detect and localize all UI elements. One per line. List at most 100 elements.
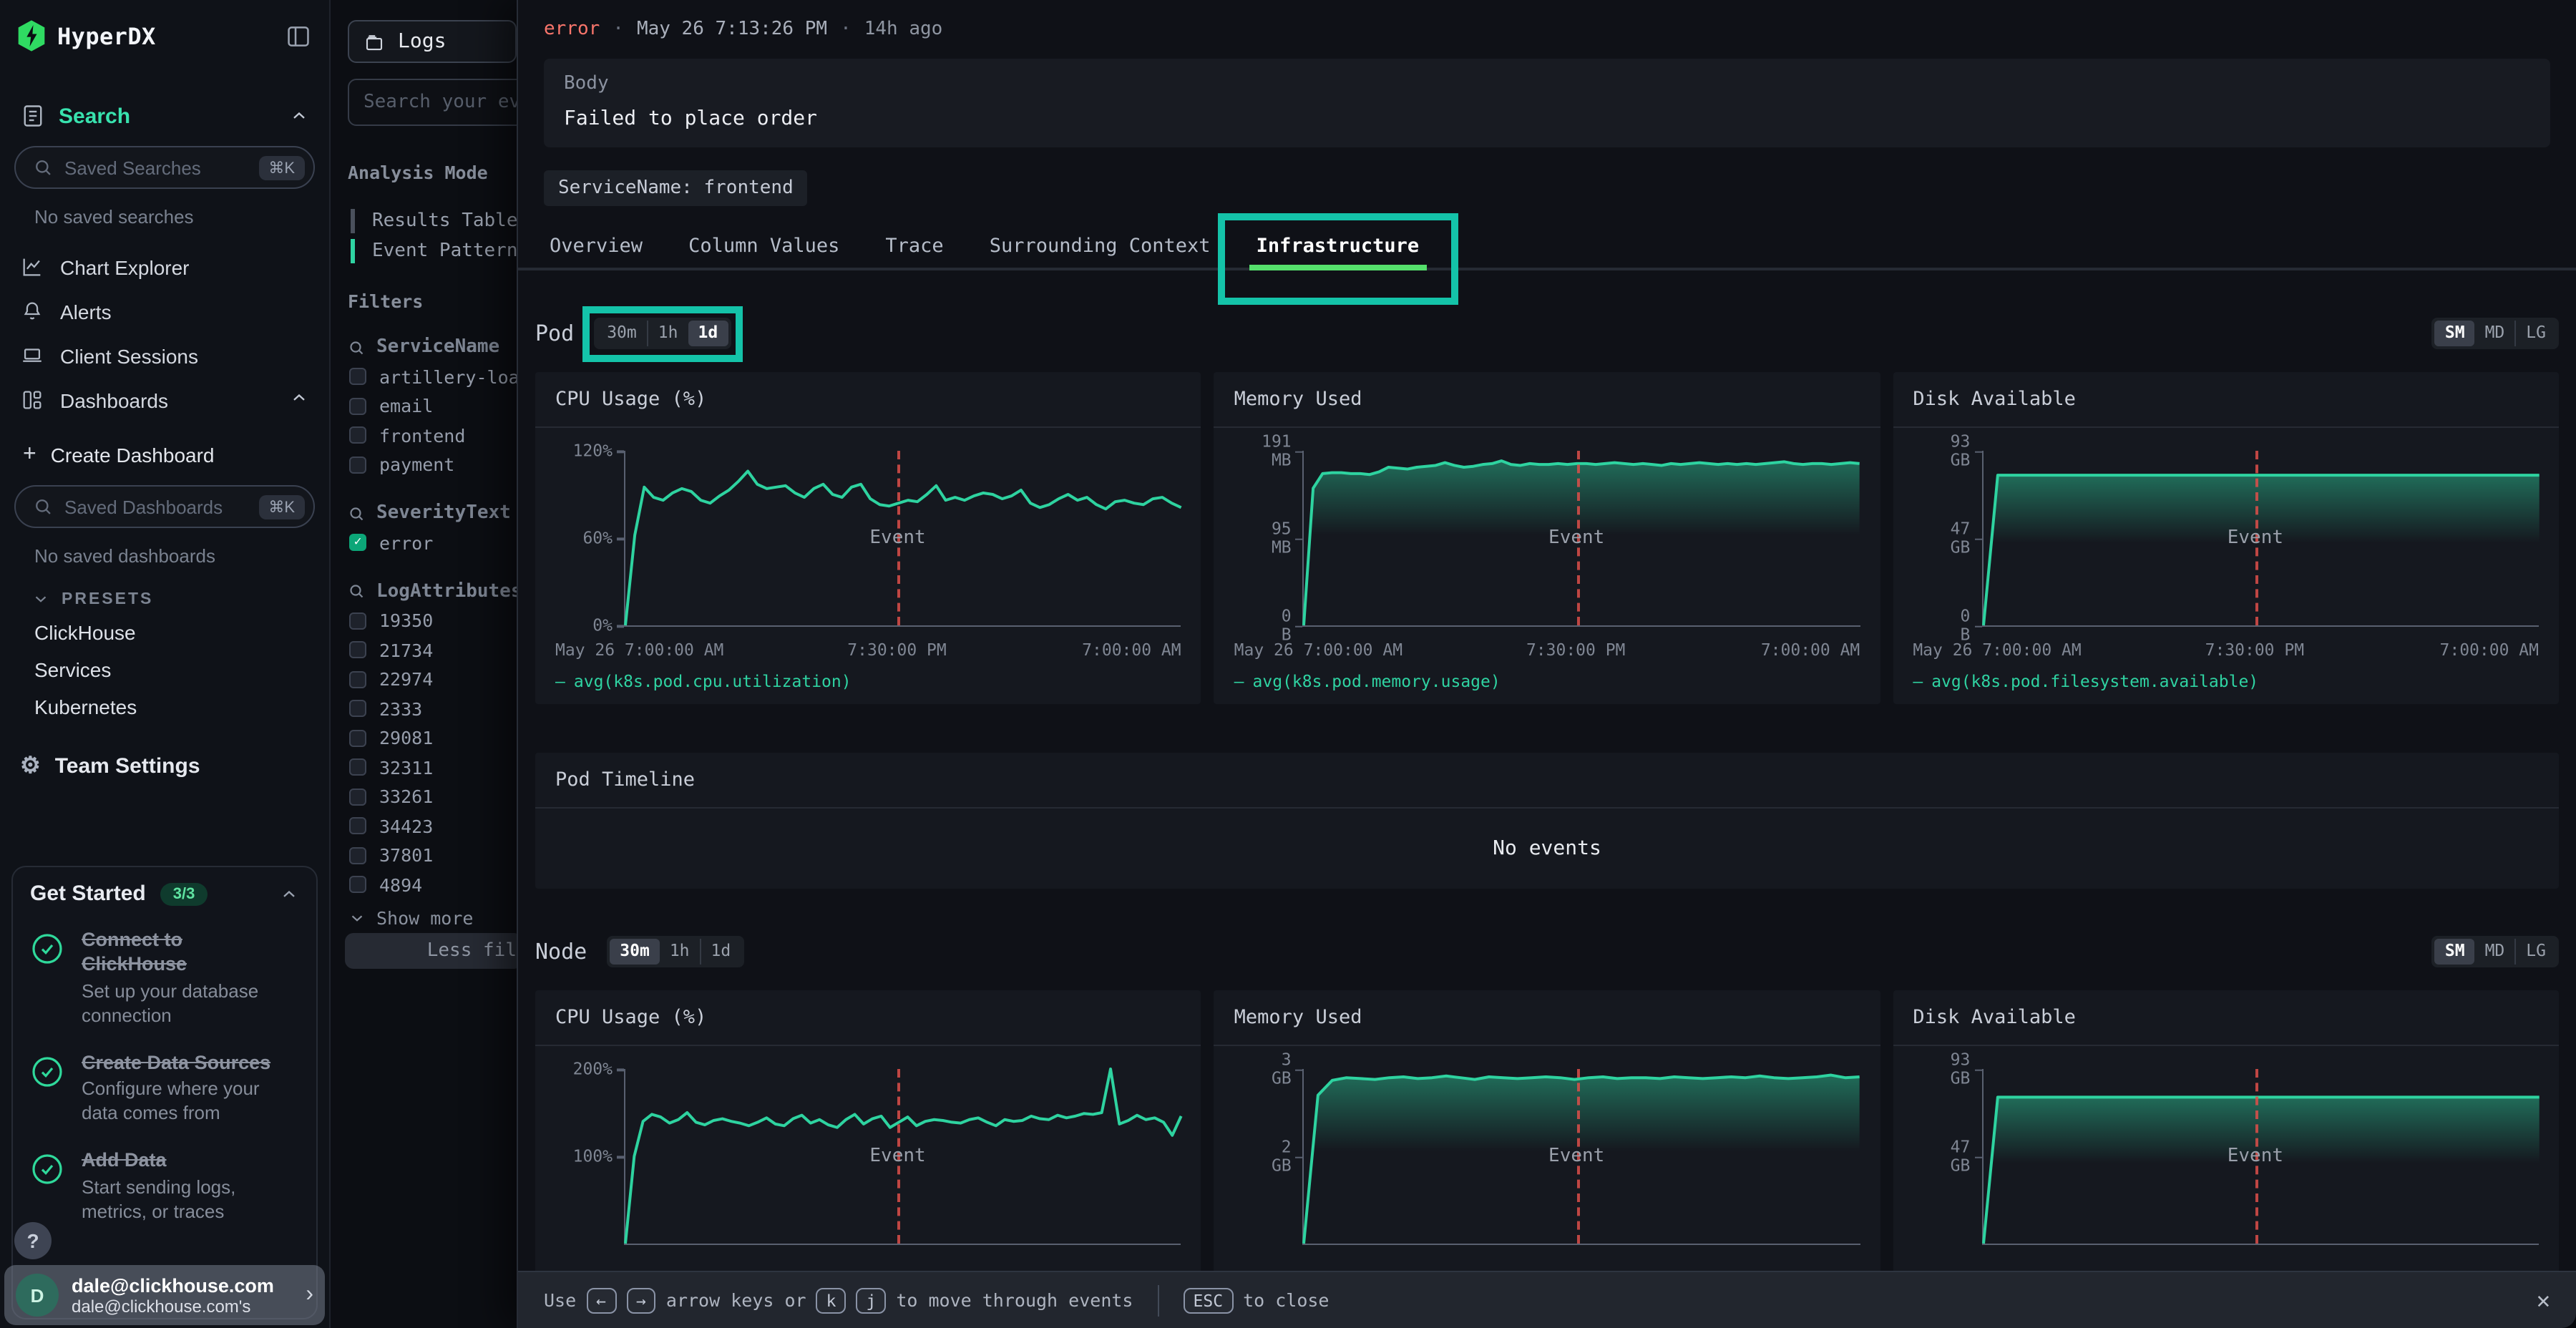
saved-searches-input[interactable]: Saved Searches ⌘K xyxy=(14,146,315,189)
preset-item-clickhouse[interactable]: ClickHouse xyxy=(0,614,329,651)
sidebar-item-team-settings[interactable]: ⚙ Team Settings xyxy=(0,726,329,806)
x-tick: May 26 7:00:00 AM xyxy=(1234,640,1402,660)
checkbox[interactable] xyxy=(349,700,366,718)
sidebar-item-label: Chart Explorer xyxy=(60,255,309,278)
analysis-mode-label: Analysis Mode xyxy=(348,162,488,183)
legend-label: avg(k8s.pod.filesystem.available) xyxy=(1931,671,2258,691)
pod-range-1d[interactable]: 1d xyxy=(688,321,728,346)
node-size-sm[interactable]: SM xyxy=(2435,939,2475,965)
get-started-step[interactable]: Create Data Sources Configure where your … xyxy=(30,1051,299,1126)
saved-searches-placeholder: Saved Searches xyxy=(64,157,258,178)
checkbox[interactable] xyxy=(349,398,366,415)
service-name-chip[interactable]: ServiceName: frontend xyxy=(544,170,808,206)
sidebar-item-search[interactable]: Search xyxy=(0,66,329,137)
saved-dashboards-input[interactable]: Saved Dashboards ⌘K xyxy=(14,485,315,528)
create-dashboard-button[interactable]: + Create Dashboard xyxy=(0,434,329,477)
node-range-1h[interactable]: 1h xyxy=(660,939,700,965)
preset-item-services[interactable]: Services xyxy=(0,651,329,688)
checkbox[interactable] xyxy=(349,877,366,894)
sidebar-item-chart-explorer[interactable]: Chart Explorer xyxy=(0,245,329,289)
arrow-right-key[interactable]: → xyxy=(626,1287,656,1313)
chevron-up-icon[interactable] xyxy=(289,388,309,412)
step-description: Configure where your data comes from xyxy=(82,1078,282,1127)
tab-trace[interactable]: Trace xyxy=(862,223,966,268)
tab-infrastructure[interactable]: Infrastructure xyxy=(1234,223,1443,268)
chart-plot[interactable]: 120%60%0%Event xyxy=(624,451,1181,627)
pod-charts-grid: CPU Usage (%)120%60%0%EventMay 26 7:00:0… xyxy=(535,372,2559,704)
chart-legend: —avg(k8s.pod.cpu.utilization) xyxy=(555,664,1181,698)
x-tick: 7:30:00 PM xyxy=(1526,640,1626,660)
pod-size-lg[interactable]: LG xyxy=(2514,321,2556,346)
event-search-input[interactable]: Search your ev xyxy=(348,79,525,126)
pod-range-1h[interactable]: 1h xyxy=(647,321,688,346)
chevron-up-icon[interactable] xyxy=(289,106,309,126)
preset-item-kubernetes[interactable]: Kubernetes xyxy=(0,688,329,726)
search-section-label: Search xyxy=(59,104,289,128)
node-range-1d[interactable]: 1d xyxy=(700,939,741,965)
check-circle-icon xyxy=(30,1152,64,1224)
analysis-mode-option[interactable]: Results Table xyxy=(351,206,529,236)
k-key[interactable]: k xyxy=(816,1287,847,1313)
checkbox[interactable]: ✓ xyxy=(349,534,366,552)
chart-card-pod-disk: Disk Available93 GB47 GB0 BEventMay 26 7… xyxy=(1893,372,2559,704)
event-marker-label: Event xyxy=(2228,1146,2283,1167)
chart-plot[interactable]: 3 GB2 GBEvent xyxy=(1303,1069,1860,1245)
legend-swatch: — xyxy=(1913,671,1923,691)
x-tick: 7:00:00 AM xyxy=(1082,640,1181,660)
tab-column-values[interactable]: Column Values xyxy=(665,223,862,268)
checkbox[interactable] xyxy=(349,612,366,630)
sidebar-item-label: Client Sessions xyxy=(60,344,309,367)
tab-surrounding-context[interactable]: Surrounding Context xyxy=(967,223,1234,268)
node-range-30m[interactable]: 30m xyxy=(610,939,660,965)
separator-dot: · xyxy=(613,19,624,40)
filter-option-label: error xyxy=(379,532,433,554)
chevron-up-icon[interactable] xyxy=(279,884,299,904)
less-filters-button[interactable]: Less fil xyxy=(345,933,522,969)
pod-size-md[interactable]: MD xyxy=(2475,321,2515,346)
close-icon[interactable]: ✕ xyxy=(2537,1286,2550,1314)
user-account-button[interactable]: D dale@clickhouse.com dale@clickhouse.co… xyxy=(4,1265,325,1325)
j-key[interactable]: j xyxy=(856,1287,886,1313)
chart-plot[interactable]: 191 MB95 MB0 BEvent xyxy=(1303,451,1860,627)
search-icon xyxy=(348,504,365,522)
filter-option-label: email xyxy=(379,396,433,417)
y-axis-tick: 93 GB xyxy=(1951,433,1971,469)
analysis-mode-option[interactable]: Event Patterns xyxy=(351,236,529,266)
sidebar-item-client-sessions[interactable]: Client Sessions xyxy=(0,333,329,378)
tab-overview[interactable]: Overview xyxy=(527,223,665,268)
app-title: HyperDX xyxy=(57,22,285,49)
app: HyperDX Search Saved Searches ⌘K No save… xyxy=(0,0,2576,1328)
source-select-button[interactable]: Logs xyxy=(348,20,517,63)
help-button[interactable]: ? xyxy=(14,1222,52,1259)
esc-key[interactable]: ESC xyxy=(1184,1287,1234,1313)
chart-plot[interactable]: 200%100%Event xyxy=(624,1069,1181,1245)
node-size-md[interactable]: MD xyxy=(2475,939,2515,965)
pod-timeline-card: Pod Timeline No events xyxy=(535,753,2559,889)
tab-label: Trace xyxy=(885,234,943,257)
sidebar-item-dashboards[interactable]: Dashboards xyxy=(0,378,329,422)
checkbox[interactable] xyxy=(349,788,366,806)
pod-size-sm[interactable]: SM xyxy=(2435,321,2475,346)
pod-range-30m[interactable]: 30m xyxy=(597,321,647,346)
presets-toggle[interactable]: PRESETS xyxy=(0,570,329,614)
chart-plot[interactable]: 93 GB47 GBEvent xyxy=(1981,1069,2539,1245)
node-size-lg[interactable]: LG xyxy=(2514,939,2556,965)
hyperdx-logo-icon xyxy=(17,20,46,52)
get-started-step[interactable]: Add DataStart sending logs, metrics, or … xyxy=(30,1149,299,1224)
checkbox[interactable] xyxy=(349,368,366,386)
sidebar-item-alerts[interactable]: Alerts xyxy=(0,289,329,333)
checkbox[interactable] xyxy=(349,730,366,747)
x-axis-ticks: May 26 7:00:00 AM7:30:00 PM7:00:00 AM xyxy=(624,635,1181,664)
checkbox[interactable] xyxy=(349,427,366,444)
arrow-left-key[interactable]: ← xyxy=(586,1287,616,1313)
checkbox[interactable] xyxy=(349,671,366,688)
checkbox[interactable] xyxy=(349,847,366,864)
checkbox[interactable] xyxy=(349,642,366,659)
get-started-step[interactable]: Connect to ClickHouseSet up your databas… xyxy=(30,929,299,1028)
checkbox[interactable] xyxy=(349,456,366,474)
checkbox[interactable] xyxy=(349,759,366,776)
step-title: Create Data Sources xyxy=(82,1051,282,1075)
collapse-sidebar-icon[interactable] xyxy=(285,22,312,49)
checkbox[interactable] xyxy=(349,818,366,835)
chart-plot[interactable]: 93 GB47 GB0 BEvent xyxy=(1981,451,2539,627)
